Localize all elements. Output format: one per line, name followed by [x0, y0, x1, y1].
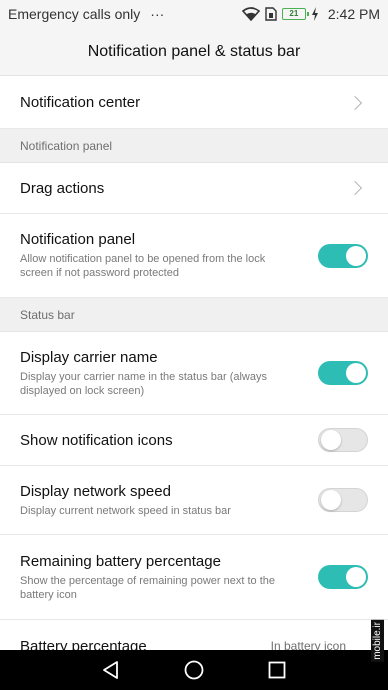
- display-network-speed-toggle[interactable]: [318, 488, 368, 512]
- navigation-bar: [0, 650, 388, 690]
- app-header: Notification panel & status bar: [0, 28, 388, 76]
- toggle-knob: [346, 363, 366, 383]
- display-carrier-name-toggle[interactable]: [318, 361, 368, 385]
- notification-panel-row[interactable]: Notification panel Allow notification pa…: [0, 214, 388, 298]
- display-carrier-name-title: Display carrier name: [20, 348, 158, 366]
- page-title: Notification panel & status bar: [87, 42, 301, 60]
- show-notification-icons-toggle[interactable]: [318, 428, 368, 452]
- drag-actions-title: Drag actions: [20, 179, 105, 197]
- remaining-battery-percentage-row[interactable]: Remaining battery percentage Show the pe…: [0, 535, 388, 620]
- chevron-right-icon: [347, 180, 363, 196]
- carrier-text: Emergency calls only: [8, 6, 141, 22]
- notification-center-row[interactable]: Notification center: [0, 77, 388, 129]
- remaining-battery-percentage-subtitle: Show the percentage of remaining power n…: [20, 574, 275, 601]
- clock: 2:42 PM: [327, 6, 380, 22]
- wifi-icon: [241, 7, 260, 21]
- display-network-speed-row[interactable]: Display network speed Display current ne…: [0, 466, 388, 535]
- toggle-knob: [346, 567, 366, 587]
- sim-icon: [265, 7, 277, 21]
- notification-panel-toggle[interactable]: [318, 243, 368, 268]
- display-carrier-name-row[interactable]: Display carrier name Display your carrie…: [0, 332, 388, 415]
- status-bar: Emergency calls only ··· 21 2:42 PM: [0, 0, 388, 28]
- show-notification-icons-title: Show notification icons: [20, 431, 173, 449]
- notification-center-title: Notification center: [20, 94, 141, 111]
- remaining-battery-percentage-title: Remaining battery percentage: [20, 552, 221, 570]
- notification-panel-subtitle: Allow notification panel to be opened fr…: [20, 253, 266, 279]
- show-notification-icons-row[interactable]: Show notification icons: [0, 415, 388, 466]
- remaining-battery-percentage-toggle[interactable]: [318, 565, 368, 589]
- toggle-knob: [346, 245, 366, 266]
- charging-icon: [311, 7, 318, 21]
- display-network-speed-title: Display network speed: [20, 482, 171, 500]
- chevron-right-icon: [347, 95, 363, 110]
- toggle-knob: [321, 430, 341, 450]
- back-icon[interactable]: [100, 659, 122, 681]
- watermark-logo: mobile.ir: [371, 620, 384, 662]
- settings-list: Notification center Notification panel D…: [0, 77, 388, 672]
- section-header-status-bar: Status bar: [0, 298, 388, 332]
- section-header-notification-panel: Notification panel: [0, 129, 388, 163]
- drag-actions-row[interactable]: Drag actions: [0, 163, 388, 214]
- toggle-knob: [321, 490, 341, 510]
- notification-panel-title: Notification panel: [20, 231, 136, 248]
- display-carrier-name-subtitle: Display your carrier name in the status …: [20, 370, 267, 397]
- more-notifications-icon: ···: [150, 6, 165, 22]
- recents-icon[interactable]: [266, 659, 288, 681]
- home-icon[interactable]: [183, 659, 205, 681]
- battery-icon: 21: [281, 8, 309, 20]
- display-network-speed-subtitle: Display current network speed in status …: [20, 504, 231, 517]
